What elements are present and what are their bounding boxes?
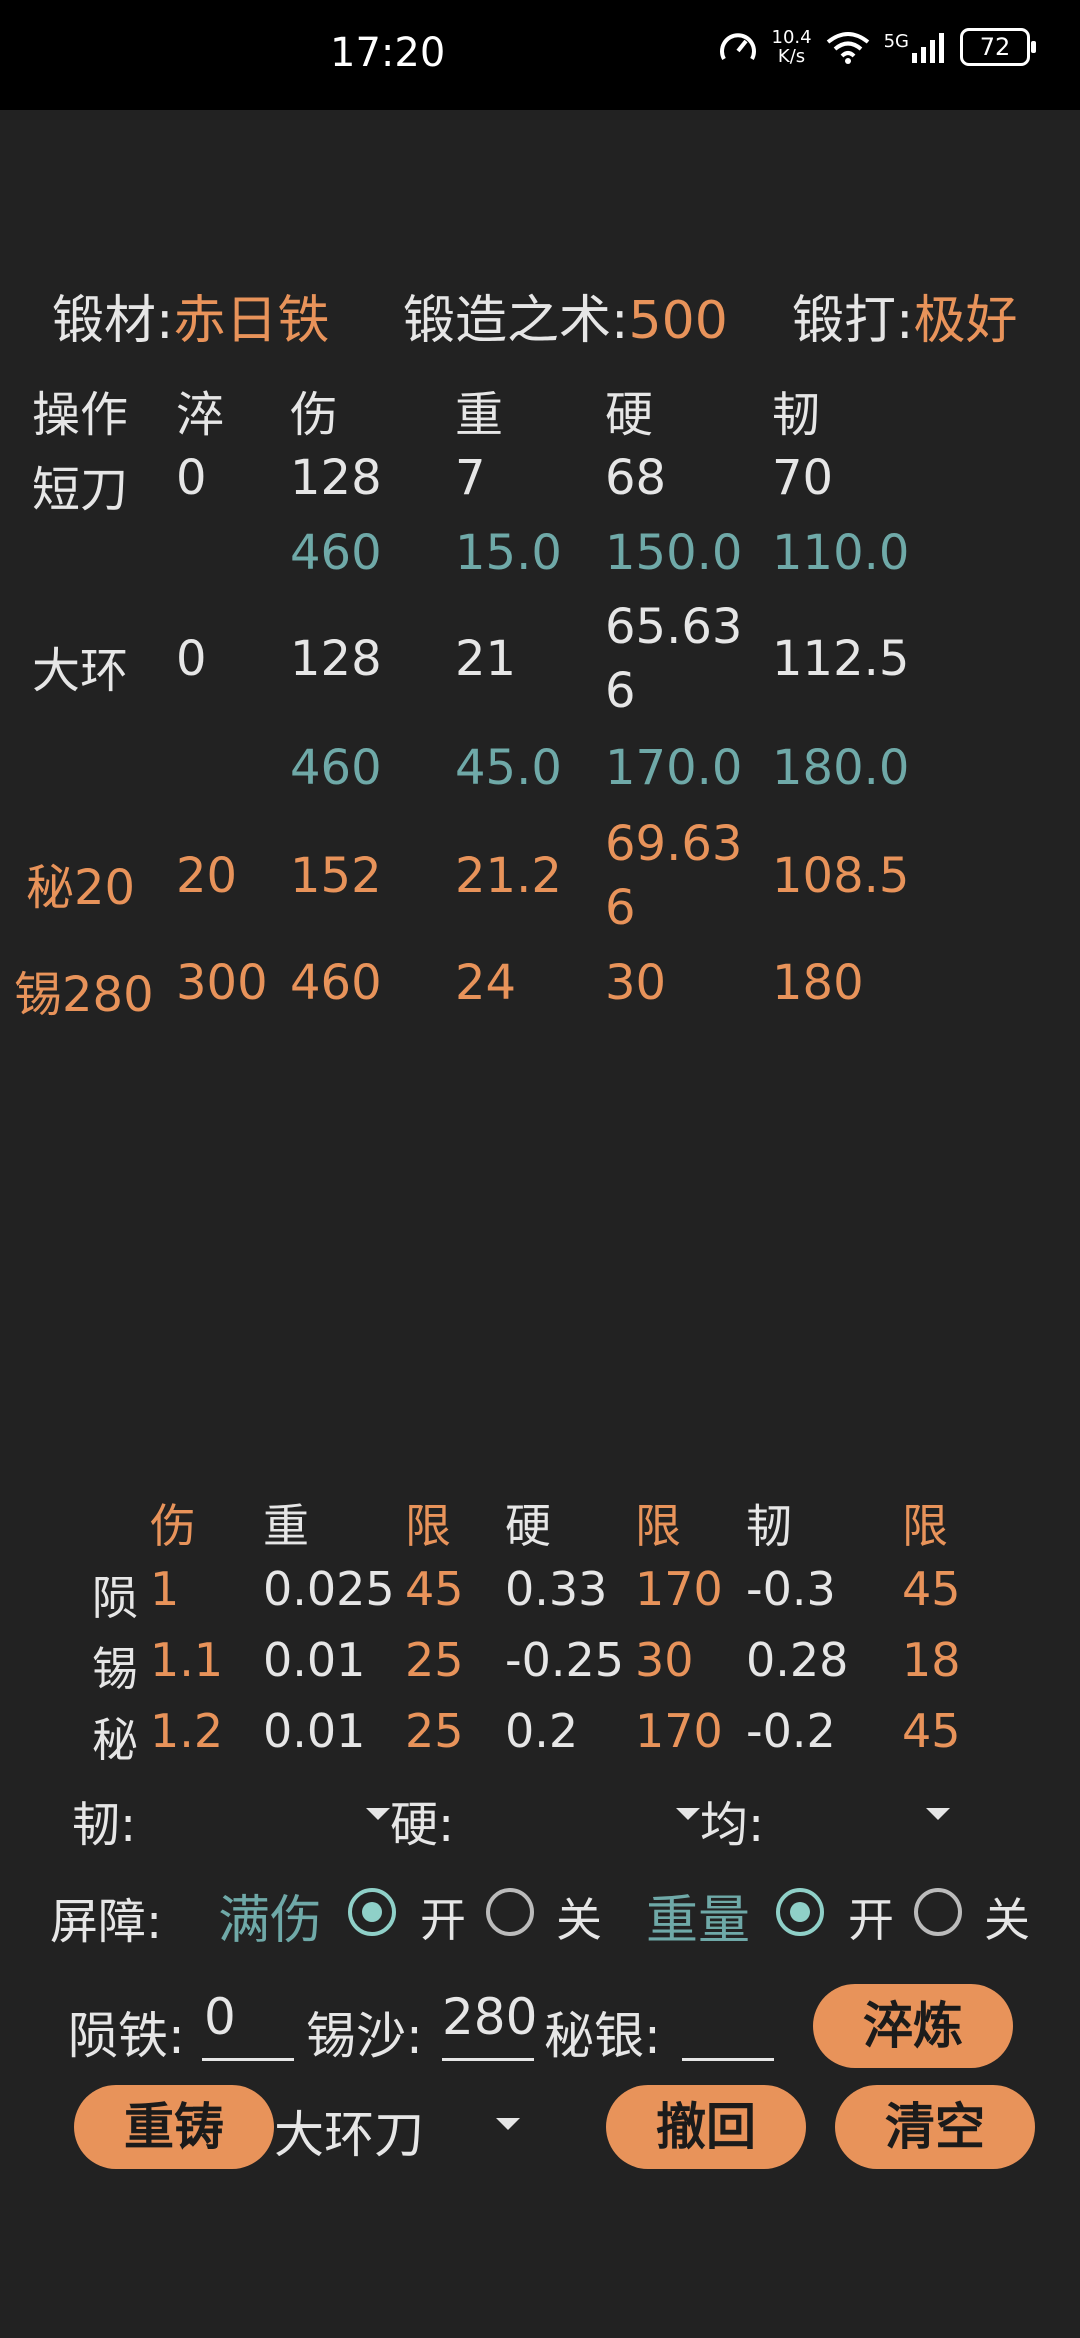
speed-gauge-icon: [719, 33, 756, 60]
coef-header: 伤 重 限 硬 限 韧 限: [150, 1499, 948, 1553]
table-row: 460 15.0 150.0 110.0: [290, 525, 910, 581]
quench-button[interactable]: 淬炼: [813, 1984, 1013, 2068]
coef-row: 陨 1 0.025 45 0.33 170 -0.3 45: [92, 1562, 961, 1625]
table-row: 短刀 0 128 7 68 70: [32, 450, 834, 518]
radio-label-off: 关: [556, 1893, 602, 1947]
net-speed: 10.4 K/s: [771, 27, 812, 67]
coef-row: 秘 1.2 0.01 25 0.2 170 -0.2 45: [92, 1704, 961, 1767]
meteor-label: 陨铁:: [68, 2007, 185, 2065]
table-row: 锡280 300 460 24 30 180: [14, 955, 864, 1023]
tin-input[interactable]: 280: [442, 1988, 537, 2046]
radio-label-on: 开: [848, 1893, 894, 1947]
wifi-icon: [826, 32, 869, 64]
battery-icon: 72: [960, 28, 1036, 66]
chevron-down-icon[interactable]: [676, 1808, 700, 1820]
meteor-input-underline: [202, 2058, 294, 2061]
table-header: 操作 淬 伤 重 硬 韧: [32, 387, 821, 443]
tin-input-underline: [442, 2058, 534, 2061]
weight-label: 重量: [646, 1891, 751, 1951]
clock: 17:20: [330, 30, 446, 76]
status-bar: 17:20 10.4 K/s 5G 72: [0, 0, 1080, 110]
two-line-value: 65.63 6: [605, 599, 743, 719]
meteor-input[interactable]: 0: [204, 1988, 236, 2046]
coef-row: 锡 1.1 0.01 25 -0.25 30 0.28 18: [92, 1633, 961, 1696]
table-row: 460 45.0 170.0 180.0: [290, 740, 910, 796]
recast-button[interactable]: 重铸: [74, 2085, 274, 2169]
full-damage-label: 满伤: [218, 1891, 323, 1951]
radio-label-off: 关: [984, 1893, 1030, 1947]
jun-selector[interactable]: 均:: [700, 1785, 764, 1855]
ying-selector[interactable]: 硬:: [390, 1785, 454, 1855]
full-damage-on-radio[interactable]: [348, 1888, 396, 1936]
barrier-label: 屏障:: [50, 1894, 163, 1950]
table-row: 大环 0 128 21 65.63 6 112.5: [0, 595, 1080, 725]
silver-label: 秘银:: [544, 2007, 661, 2065]
chevron-down-icon[interactable]: [366, 1808, 390, 1820]
network-type: 5G: [883, 31, 909, 52]
chevron-down-icon[interactable]: [496, 2118, 520, 2130]
status-icons: 10.4 K/s 5G 72: [718, 27, 1036, 67]
weapon-select[interactable]: 大环刀: [274, 2095, 424, 2167]
chevron-down-icon[interactable]: [926, 1808, 950, 1820]
radio-label-on: 开: [420, 1893, 466, 1947]
ren-selector[interactable]: 韧:: [72, 1785, 136, 1855]
clear-button[interactable]: 清空: [835, 2085, 1035, 2169]
signal-icon: [912, 33, 944, 63]
weight-off-radio[interactable]: [914, 1888, 962, 1936]
forging-quality: 锻打:极好: [792, 291, 1018, 351]
material: 锻材:赤日铁: [52, 291, 330, 351]
tin-label: 锡沙:: [306, 2007, 423, 2065]
table-row: 秘20 20 152 21.2 69.63 6 108.5: [0, 812, 1080, 942]
weight-on-radio[interactable]: [776, 1888, 824, 1936]
full-damage-off-radio[interactable]: [486, 1888, 534, 1936]
silver-input-underline: [682, 2058, 774, 2061]
undo-button[interactable]: 撤回: [606, 2085, 806, 2169]
two-line-value: 69.63 6: [605, 816, 743, 936]
forging-skill: 锻造之术:500: [403, 291, 728, 351]
